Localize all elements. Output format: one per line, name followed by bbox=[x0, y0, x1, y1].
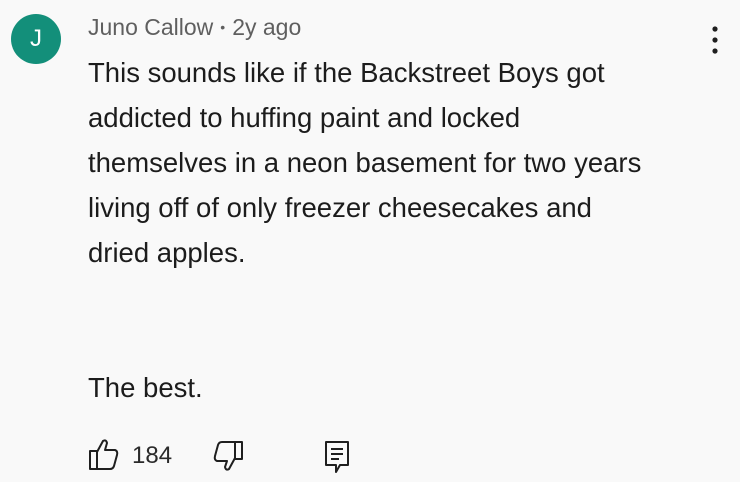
author-name[interactable]: Juno Callow bbox=[88, 14, 213, 40]
comment-line: living off of only freezer cheesecakes a… bbox=[88, 192, 592, 223]
comment-closing-line: The best. bbox=[88, 372, 203, 403]
reply-button[interactable] bbox=[322, 438, 352, 476]
avatar-initial: J bbox=[30, 25, 42, 52]
reply-comment-icon bbox=[322, 438, 352, 476]
avatar[interactable]: J bbox=[11, 14, 61, 64]
timestamp[interactable]: 2y ago bbox=[232, 14, 301, 40]
comment-line: This sounds like if the Backstreet Boys … bbox=[88, 57, 605, 88]
like-count: 184 bbox=[132, 442, 173, 469]
comment-line: addicted to huffing paint and locked bbox=[88, 102, 521, 133]
thumbs-up-icon bbox=[88, 436, 120, 474]
comment-body: This sounds like if the Backstreet Boys … bbox=[88, 50, 728, 410]
dislike-button[interactable] bbox=[212, 438, 244, 476]
thumbs-down-icon bbox=[212, 438, 244, 476]
separator-dot: • bbox=[220, 19, 226, 35]
like-button[interactable] bbox=[88, 436, 120, 474]
comment-header: Juno Callow • 2y ago bbox=[88, 12, 301, 45]
comment-line: themselves in a neon basement for two ye… bbox=[88, 147, 642, 178]
comment-line: dried apples. bbox=[88, 237, 246, 268]
